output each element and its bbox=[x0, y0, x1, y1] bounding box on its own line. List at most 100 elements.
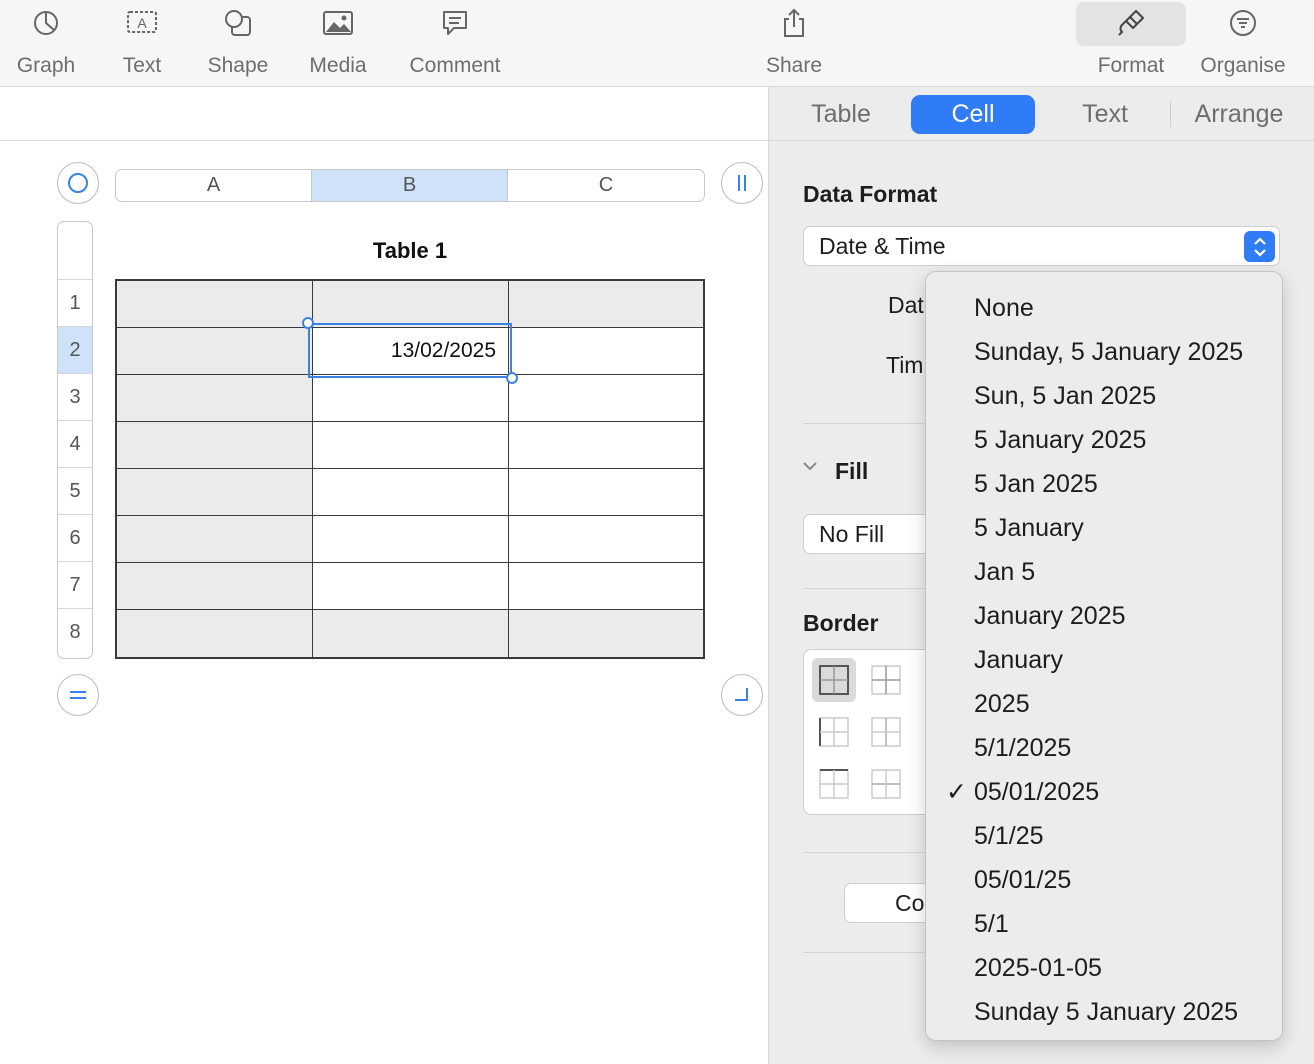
data-format-value: Date & Time bbox=[819, 232, 946, 259]
cell-a7[interactable] bbox=[117, 563, 313, 610]
cell-a5[interactable] bbox=[117, 469, 313, 516]
row-header-6[interactable]: 6 bbox=[58, 514, 92, 561]
selection-handle-top-left[interactable] bbox=[302, 317, 314, 329]
add-row-handle[interactable] bbox=[57, 674, 99, 716]
row-header-4[interactable]: 4 bbox=[58, 420, 92, 467]
column-header-a[interactable]: A bbox=[116, 170, 312, 201]
border-inner-icon[interactable] bbox=[864, 658, 908, 702]
row-header-bar: 1 2 3 4 5 6 7 8 bbox=[57, 221, 93, 659]
menu-item-label: None bbox=[974, 293, 1034, 322]
text-box-icon: A bbox=[122, 8, 162, 38]
cell-a4[interactable] bbox=[117, 422, 313, 469]
add-column-handle[interactable] bbox=[721, 162, 763, 204]
tab-arrange[interactable]: Arrange bbox=[1183, 95, 1295, 134]
text-button[interactable]: A Text bbox=[102, 0, 182, 86]
border-top-icon[interactable] bbox=[812, 762, 856, 806]
menu-item-none[interactable]: None bbox=[926, 286, 1282, 330]
row-header-3[interactable]: 3 bbox=[58, 373, 92, 420]
cell-c8[interactable] bbox=[509, 610, 703, 657]
shape-button[interactable]: Shape bbox=[198, 0, 278, 86]
border-title: Border bbox=[803, 610, 879, 636]
menu-item-date[interactable]: 5 January bbox=[926, 506, 1282, 550]
select-table-button[interactable] bbox=[57, 162, 99, 204]
tab-cell[interactable]: Cell bbox=[911, 95, 1035, 134]
menu-item-label: 5/1 bbox=[974, 909, 1009, 938]
column-header-b[interactable]: B bbox=[312, 170, 508, 201]
cell-b1[interactable] bbox=[313, 281, 509, 328]
date-format-menu: None Sunday, 5 January 2025 Sun, 5 Jan 2… bbox=[925, 271, 1283, 1041]
menu-item-date[interactable]: Jan 5 bbox=[926, 550, 1282, 594]
checkmark-icon: ✓ bbox=[946, 778, 967, 806]
column-header-c[interactable]: C bbox=[508, 170, 704, 201]
sheet-tab-bar bbox=[0, 87, 768, 141]
shape-icon bbox=[218, 8, 258, 38]
cell-c4[interactable] bbox=[509, 422, 703, 469]
table-title[interactable]: Table 1 bbox=[115, 238, 705, 264]
media-button[interactable]: Media bbox=[298, 0, 378, 86]
tab-text[interactable]: Text bbox=[1059, 95, 1151, 134]
border-left-icon[interactable] bbox=[812, 710, 856, 754]
menu-item-date[interactable]: 5 Jan 2025 bbox=[926, 462, 1282, 506]
menu-item-label: 5/1/25 bbox=[974, 821, 1044, 850]
menu-item-date[interactable]: January 2025 bbox=[926, 594, 1282, 638]
format-button[interactable]: Format bbox=[1086, 0, 1176, 86]
menu-item-date[interactable]: 5/1/25 bbox=[926, 814, 1282, 858]
cell-c2[interactable] bbox=[509, 328, 703, 375]
row-header-7[interactable]: 7 bbox=[58, 561, 92, 608]
menu-item-date[interactable]: 05/01/25 bbox=[926, 858, 1282, 902]
row-header-5[interactable]: 5 bbox=[58, 467, 92, 514]
row-header-1[interactable]: 1 bbox=[58, 279, 92, 326]
tab-table[interactable]: Table bbox=[793, 95, 889, 134]
menu-item-date[interactable]: 5 January 2025 bbox=[926, 418, 1282, 462]
time-label: Tim bbox=[886, 352, 924, 378]
cell-a1[interactable] bbox=[117, 281, 313, 328]
cell-b3[interactable] bbox=[313, 375, 509, 422]
cell-b6[interactable] bbox=[313, 516, 509, 563]
cell-a2[interactable] bbox=[117, 328, 313, 375]
comment-icon bbox=[435, 8, 475, 38]
organise-button[interactable]: Organise bbox=[1193, 0, 1293, 86]
cell-a3[interactable] bbox=[117, 375, 313, 422]
cell-c5[interactable] bbox=[509, 469, 703, 516]
menu-item-date[interactable]: 2025-01-05 bbox=[926, 946, 1282, 990]
border-vertical-icon[interactable] bbox=[864, 710, 908, 754]
cell-b5[interactable] bbox=[313, 469, 509, 516]
border-horizontal-icon[interactable] bbox=[864, 762, 908, 806]
menu-item-date[interactable]: Sun, 5 Jan 2025 bbox=[926, 374, 1282, 418]
cell-c3[interactable] bbox=[509, 375, 703, 422]
menu-item-date[interactable]: Sunday, 5 January 2025 bbox=[926, 330, 1282, 374]
data-format-popup[interactable]: Date & Time bbox=[803, 226, 1280, 266]
menu-item-date-selected[interactable]: ✓ 05/01/2025 bbox=[926, 770, 1282, 814]
menu-item-date[interactable]: 2025 bbox=[926, 682, 1282, 726]
data-format-title: Data Format bbox=[803, 181, 938, 207]
menu-item-date[interactable]: Sunday 5 January 2025 bbox=[926, 990, 1282, 1034]
row-header-2[interactable]: 2 bbox=[58, 326, 92, 373]
row-handle-icon bbox=[70, 691, 86, 699]
cell-b4[interactable] bbox=[313, 422, 509, 469]
cell-c1[interactable] bbox=[509, 281, 703, 328]
inspector-tabs: Table Cell Text Arrange bbox=[769, 87, 1314, 141]
border-all-icon[interactable] bbox=[812, 658, 856, 702]
cell-c7[interactable] bbox=[509, 563, 703, 610]
selection-handle-bottom-right[interactable] bbox=[506, 372, 518, 384]
menu-item-date[interactable]: 5/1 bbox=[926, 902, 1282, 946]
comment-button[interactable]: Comment bbox=[400, 0, 510, 86]
chevron-down-icon bbox=[803, 462, 817, 471]
column-handle-icon bbox=[738, 175, 746, 191]
share-button[interactable]: Share bbox=[754, 0, 834, 86]
menu-item-date[interactable]: January bbox=[926, 638, 1282, 682]
menu-item-label: January 2025 bbox=[974, 601, 1126, 630]
cell-a8[interactable] bbox=[117, 610, 313, 657]
cell-a6[interactable] bbox=[117, 516, 313, 563]
graph-button[interactable]: Graph bbox=[6, 0, 86, 86]
paintbrush-icon bbox=[1111, 8, 1151, 38]
menu-item-date[interactable]: 5/1/2025 bbox=[926, 726, 1282, 770]
cell-b8[interactable] bbox=[313, 610, 509, 657]
cell-b7[interactable] bbox=[313, 563, 509, 610]
media-label: Media bbox=[309, 54, 367, 77]
resize-table-handle[interactable] bbox=[721, 674, 763, 716]
row-header-8[interactable]: 8 bbox=[58, 608, 92, 656]
cell-c6[interactable] bbox=[509, 516, 703, 563]
menu-item-label: 2025-01-05 bbox=[974, 953, 1102, 982]
fill-disclosure[interactable] bbox=[801, 459, 819, 478]
